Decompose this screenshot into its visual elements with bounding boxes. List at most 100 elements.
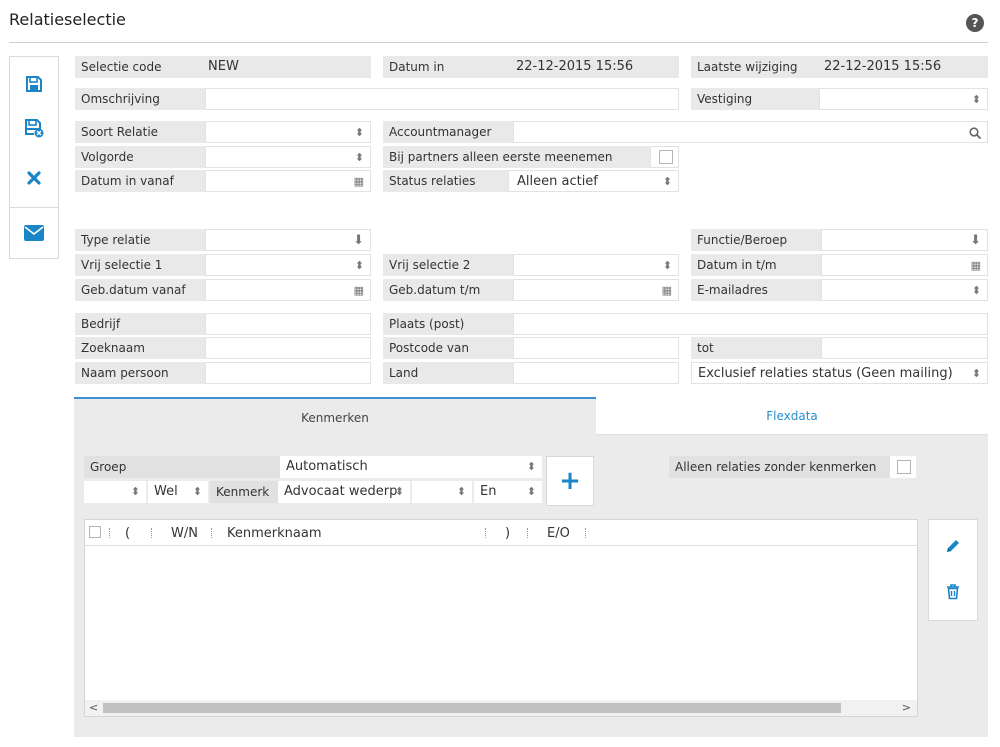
plus-icon: + <box>559 466 581 496</box>
column-header-eo[interactable]: E/O <box>547 520 570 546</box>
groep-label: Groep <box>84 456 280 478</box>
arrow-down-icon: ⬇ <box>970 233 981 248</box>
open-paren-select[interactable]: ⬍ <box>84 481 146 503</box>
sort-icon: ⬍ <box>354 151 364 164</box>
sort-icon: ⬍ <box>662 175 672 188</box>
geb-datum-vanaf-input[interactable]: ▦ <box>205 279 371 301</box>
page-title: Relatieselectie <box>9 10 126 29</box>
omschrijving-input[interactable] <box>205 88 679 110</box>
close-paren-select[interactable]: ⬍ <box>412 481 472 503</box>
sort-icon: ⬍ <box>456 485 466 498</box>
emailadres-label: E-mailadres <box>691 279 821 301</box>
sort-icon: ⬍ <box>354 126 364 139</box>
sort-icon: ⬍ <box>130 485 140 498</box>
kenmerk-label: Kenmerk <box>210 481 278 503</box>
close-icon <box>27 171 41 185</box>
omschrijving-label: Omschrijving <box>75 88 205 110</box>
save-button[interactable] <box>10 67 58 101</box>
exclusief-status-value: Exclusief relaties status (Geen mailing) <box>698 366 953 381</box>
column-header-open[interactable]: ( <box>125 520 130 546</box>
sort-icon: ⬍ <box>526 485 536 498</box>
emailadres-select[interactable]: ⬍ <box>821 279 988 301</box>
grid-header: ( W/N Kenmerknaam ) E/O <box>85 520 917 546</box>
naam-persoon-input[interactable] <box>205 362 371 384</box>
datum-in-vanaf-input[interactable]: ▦ <box>205 170 371 192</box>
delete-button[interactable] <box>929 578 977 606</box>
type-relatie-label: Type relatie <box>75 229 205 251</box>
calendar-icon[interactable]: ▦ <box>354 171 364 191</box>
volgorde-select[interactable]: ⬍ <box>205 146 371 168</box>
tab-kenmerken[interactable]: Kenmerken <box>74 397 596 435</box>
groep-value: Automatisch <box>286 459 368 474</box>
functie-beroep-select[interactable]: ⬇ <box>821 229 988 251</box>
search-icon[interactable] <box>969 122 981 142</box>
alleen-zonder-checkbox[interactable] <box>897 460 911 474</box>
scroll-left-arrow[interactable]: < <box>89 700 98 716</box>
sidebar-toolbar <box>9 56 59 259</box>
soort-relatie-select[interactable]: ⬍ <box>205 121 371 143</box>
postcode-van-input[interactable] <box>513 337 679 359</box>
volgorde-label: Volgorde <box>75 146 205 168</box>
wel-value: Wel <box>154 484 178 499</box>
plaats-post-input[interactable] <box>513 313 988 335</box>
column-header-kenmerknaam[interactable]: Kenmerknaam <box>227 520 322 546</box>
mail-icon <box>24 225 44 241</box>
mail-button[interactable] <box>10 215 58 251</box>
datum-in-tm-label: Datum in t/m <box>691 254 821 276</box>
bedrijf-label: Bedrijf <box>75 313 205 335</box>
bij-partners-checkbox[interactable] <box>659 150 673 164</box>
datum-in-value: 22-12-2015 15:56 <box>508 56 679 78</box>
calendar-icon[interactable]: ▦ <box>971 255 981 275</box>
bij-partners-label: Bij partners alleen eerste meenemen <box>383 146 650 168</box>
sort-icon: ⬍ <box>394 485 404 498</box>
postcode-van-label: Postcode van <box>383 337 513 359</box>
help-icon[interactable]: ? <box>966 14 984 32</box>
plaats-post-label: Plaats (post) <box>383 313 513 335</box>
groep-select[interactable]: Automatisch ⬍ <box>280 456 542 478</box>
select-all-checkbox[interactable] <box>89 526 101 538</box>
cancel-button[interactable] <box>10 161 58 195</box>
datum-in-vanaf-label: Datum in vanaf <box>75 170 205 192</box>
edit-button[interactable] <box>929 532 977 560</box>
sort-icon: ⬍ <box>354 259 364 272</box>
bedrijf-input[interactable] <box>205 313 371 335</box>
tab-flexdata[interactable]: Flexdata <box>596 397 988 435</box>
en-select[interactable]: En ⬍ <box>474 481 542 503</box>
kenmerken-grid: ( W/N Kenmerknaam ) E/O < > <box>84 519 918 717</box>
status-relaties-value: Alleen actief <box>517 174 598 189</box>
geb-datum-tm-input[interactable]: ▦ <box>513 279 679 301</box>
column-separator <box>485 528 486 538</box>
save-close-button[interactable] <box>10 111 58 145</box>
calendar-icon[interactable]: ▦ <box>662 280 672 300</box>
column-header-wn[interactable]: W/N <box>171 520 198 546</box>
type-relatie-select[interactable]: ⬇ <box>205 229 371 251</box>
exclusief-status-select[interactable]: Exclusief relaties status (Geen mailing)… <box>691 362 988 384</box>
toolbar-divider <box>10 207 58 208</box>
zoeknaam-input[interactable] <box>205 337 371 359</box>
laatste-wijziging-label: Laatste wijziging <box>691 56 816 78</box>
scrollbar-thumb[interactable] <box>103 703 841 713</box>
vrij-selectie-2-select[interactable]: ⬍ <box>513 254 679 276</box>
tot-input[interactable] <box>821 337 988 359</box>
vrij-selectie-2-label: Vrij selectie 2 <box>383 254 513 276</box>
soort-relatie-label: Soort Relatie <box>75 121 205 143</box>
horizontal-scrollbar[interactable]: < > <box>85 700 917 716</box>
column-separator <box>151 528 152 538</box>
wel-select[interactable]: Wel ⬍ <box>148 481 208 503</box>
arrow-down-icon: ⬇ <box>353 233 364 248</box>
kenmerk-select[interactable]: Advocaat wederp ⬍ <box>278 481 410 503</box>
column-header-close[interactable]: ) <box>505 520 510 546</box>
accountmanager-label: Accountmanager <box>383 121 513 143</box>
calendar-icon[interactable]: ▦ <box>354 280 364 300</box>
vrij-selectie-1-select[interactable]: ⬍ <box>205 254 371 276</box>
accountmanager-input[interactable] <box>513 121 988 143</box>
scroll-right-arrow[interactable]: > <box>902 700 911 716</box>
vestiging-select[interactable]: ⬍ <box>819 88 988 110</box>
selectie-code-label: Selectie code <box>75 56 200 78</box>
trash-icon <box>947 584 959 600</box>
add-kenmerk-button[interactable]: + <box>546 456 594 506</box>
datum-in-tm-input[interactable]: ▦ <box>821 254 988 276</box>
land-input[interactable] <box>513 362 679 384</box>
status-relaties-select[interactable]: Alleen actief ⬍ <box>508 170 679 192</box>
kenmerken-panel: Kenmerken Flexdata Groep Automatisch ⬍ +… <box>74 397 988 737</box>
